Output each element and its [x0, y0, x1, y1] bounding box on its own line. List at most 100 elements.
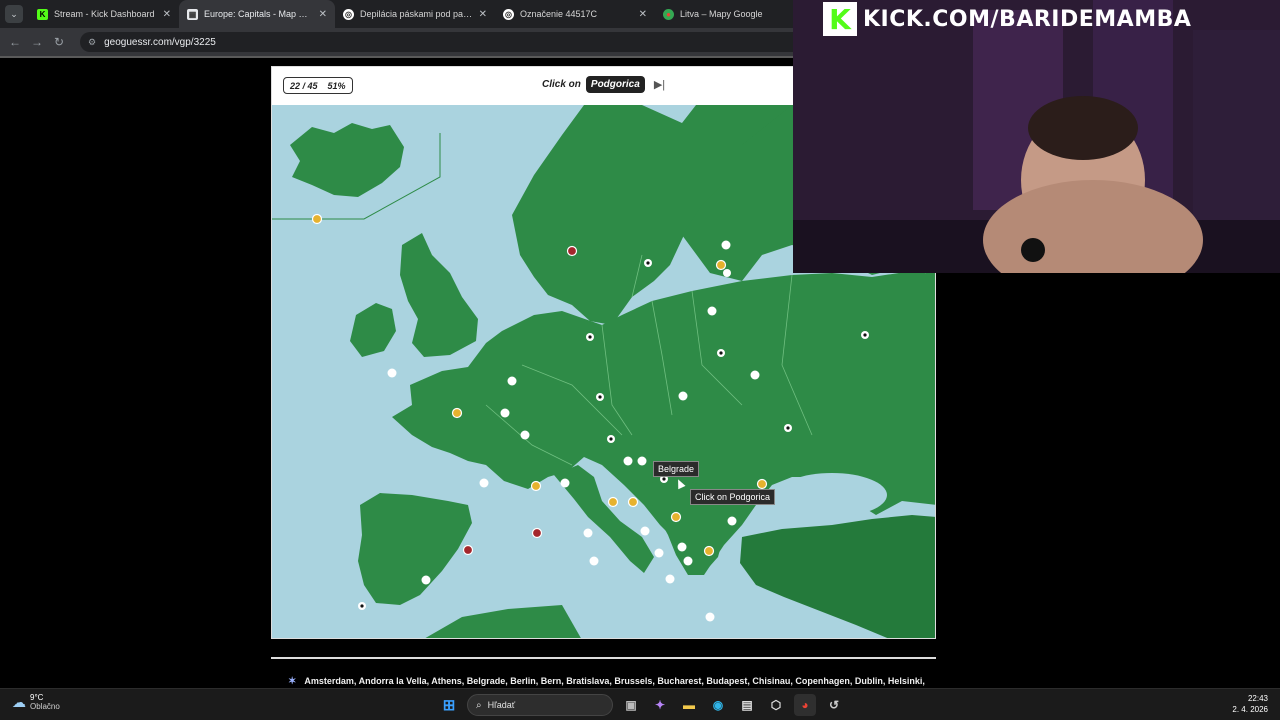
marker-dot	[863, 333, 867, 337]
close-tab-icon[interactable]: ✕	[479, 9, 487, 20]
marker-dot	[786, 426, 790, 430]
progress-percent: 51%	[327, 80, 346, 91]
marker-dot	[588, 335, 592, 339]
marker-dot	[662, 477, 666, 481]
browser-toolbar: ← → ↻ ⚙ geoguessr.com/vgp/3225	[0, 28, 793, 56]
city-marker[interactable]	[623, 456, 633, 466]
missed-marker	[531, 527, 543, 539]
city-marker[interactable]	[678, 391, 688, 401]
city-marker[interactable]	[421, 575, 431, 585]
tab-kick-dashboard[interactable]: K Stream - Kick Dashboard ✕	[29, 0, 179, 28]
city-marker[interactable]	[721, 240, 731, 250]
city-marker[interactable]	[705, 612, 715, 622]
file-explorer-icon[interactable]: ▬	[678, 694, 700, 716]
quiz-favicon-icon: ▦	[187, 8, 198, 20]
capitals-list: ✶ Amsterdam, Andorra la Vella, Athens, B…	[288, 674, 928, 688]
screen: ⌄ K Stream - Kick Dashboard ✕ ▦ Europe: …	[0, 0, 1280, 720]
answered-marker	[715, 259, 727, 271]
browser-tab-bar: ⌄ K Stream - Kick Dashboard ✕ ▦ Europe: …	[0, 0, 793, 28]
answered-marker	[670, 511, 682, 523]
system-clock[interactable]: 22:43 2. 4. 2026	[1232, 693, 1268, 715]
city-marker[interactable]	[665, 574, 675, 584]
skip-icon[interactable]: ▶|	[654, 78, 665, 91]
back-arrow-icon[interactable]: ←	[4, 35, 26, 49]
site-info-icon[interactable]: ⚙	[88, 37, 96, 48]
webcam-feed	[793, 0, 1280, 273]
eu-flag-icon: ✶	[288, 675, 297, 687]
city-marker[interactable]	[727, 516, 737, 526]
obs-icon[interactable]: ⬡	[765, 694, 787, 716]
marker-dot	[719, 351, 723, 355]
city-marker[interactable]	[387, 368, 397, 378]
tab-search-icon[interactable]: ⌄	[5, 5, 23, 23]
close-tab-icon[interactable]: ✕	[319, 9, 327, 20]
app-icon[interactable]: ↺	[823, 694, 845, 716]
answered-marker	[530, 480, 542, 492]
copilot-icon[interactable]: ✦	[649, 694, 671, 716]
taskbar-apps: ⊞ ⌕ Hľadať ▣ ✦ ▬ ◉ ▤ ⬡ ◕ ↺	[438, 694, 845, 716]
answered-marker	[311, 213, 323, 225]
city-marker[interactable]	[640, 526, 650, 536]
city-marker[interactable]	[500, 408, 510, 418]
marker-dot	[646, 261, 650, 265]
city-marker[interactable]	[677, 542, 687, 552]
globe-favicon-icon: ◎	[503, 8, 514, 20]
marker-dot	[609, 437, 613, 441]
city-marker[interactable]	[520, 430, 530, 440]
target-city: Podgorica	[585, 76, 645, 93]
address-bar[interactable]: ⚙ geoguessr.com/vgp/3225	[80, 32, 793, 52]
quiz-prompt: Click on Podgorica ▶|	[542, 76, 665, 93]
globe-favicon-icon: ◎	[343, 8, 354, 20]
marker-dot	[598, 395, 602, 399]
tab-oznacenie[interactable]: ◎ Označenie 44517C ✕	[495, 0, 655, 28]
webcam-overlay: K KICK.COM/BARIDEMAMBA	[793, 0, 1280, 273]
progress-badge: 22 / 45 51%	[283, 77, 353, 94]
forward-arrow-icon[interactable]: →	[26, 35, 48, 49]
capitals-list-text: Amsterdam, Andorra la Vella, Athens, Bel…	[304, 676, 925, 686]
marker-dot	[360, 604, 364, 608]
city-marker[interactable]	[750, 370, 760, 380]
city-marker[interactable]	[479, 478, 489, 488]
close-tab-icon[interactable]: ✕	[163, 9, 171, 20]
city-marker[interactable]	[683, 556, 693, 566]
answered-marker	[703, 545, 715, 557]
black-sea	[777, 473, 887, 517]
tab-google-maps[interactable]: ● Litva – Mapy Google	[655, 0, 783, 28]
city-marker[interactable]	[507, 376, 517, 386]
city-marker[interactable]	[637, 456, 647, 466]
city-marker[interactable]	[560, 478, 570, 488]
edge-icon[interactable]: ◉	[707, 694, 729, 716]
close-tab-icon[interactable]: ✕	[639, 9, 647, 20]
chrome-icon[interactable]: ◕	[794, 694, 816, 716]
hover-city-tooltip: Belgrade	[653, 461, 700, 477]
list-divider	[271, 657, 936, 659]
city-marker[interactable]	[707, 306, 717, 316]
taskbar-search-label: Hľadať	[487, 700, 516, 710]
taskbar-search[interactable]: ⌕ Hľadať	[467, 694, 613, 716]
windows-start-icon[interactable]: ⊞	[438, 694, 460, 716]
store-icon[interactable]: ▤	[736, 694, 758, 716]
maps-favicon-icon: ●	[663, 8, 674, 20]
clock-time: 22:43	[1247, 694, 1268, 703]
tab-map-quiz[interactable]: ▦ Europe: Capitals - Map Quiz Ga ✕	[179, 0, 335, 28]
city-marker[interactable]	[723, 269, 731, 277]
toolbar-divider	[0, 56, 793, 58]
taskbar: ☁ 9°C Oblačno ⊞ ⌕ Hľadať ▣ ✦ ▬ ◉ ▤ ⬡ ◕ ↺…	[0, 688, 1280, 720]
tab-depilacia[interactable]: ◎ Depilácia páskami pod pazuchy ✕	[335, 0, 495, 28]
kick-logo-icon: K	[823, 2, 857, 36]
missed-marker	[462, 544, 474, 556]
weather-widget[interactable]: ☁ 9°C Oblačno	[12, 693, 60, 711]
city-marker[interactable]	[583, 528, 593, 538]
task-view-icon[interactable]: ▣	[620, 694, 642, 716]
missed-marker	[566, 245, 578, 257]
answered-marker	[627, 496, 639, 508]
cursor-prompt-tooltip: Click on Podgorica	[690, 489, 776, 505]
weather-condition: Oblačno	[30, 702, 60, 711]
reload-icon[interactable]: ↻	[48, 35, 70, 49]
progress-count: 22 / 45	[290, 80, 318, 91]
city-marker[interactable]	[654, 548, 664, 558]
answered-marker	[607, 496, 619, 508]
channel-banner: K KICK.COM/BARIDEMAMBA	[823, 2, 1191, 36]
city-marker[interactable]	[589, 556, 599, 566]
answered-marker	[756, 478, 768, 490]
